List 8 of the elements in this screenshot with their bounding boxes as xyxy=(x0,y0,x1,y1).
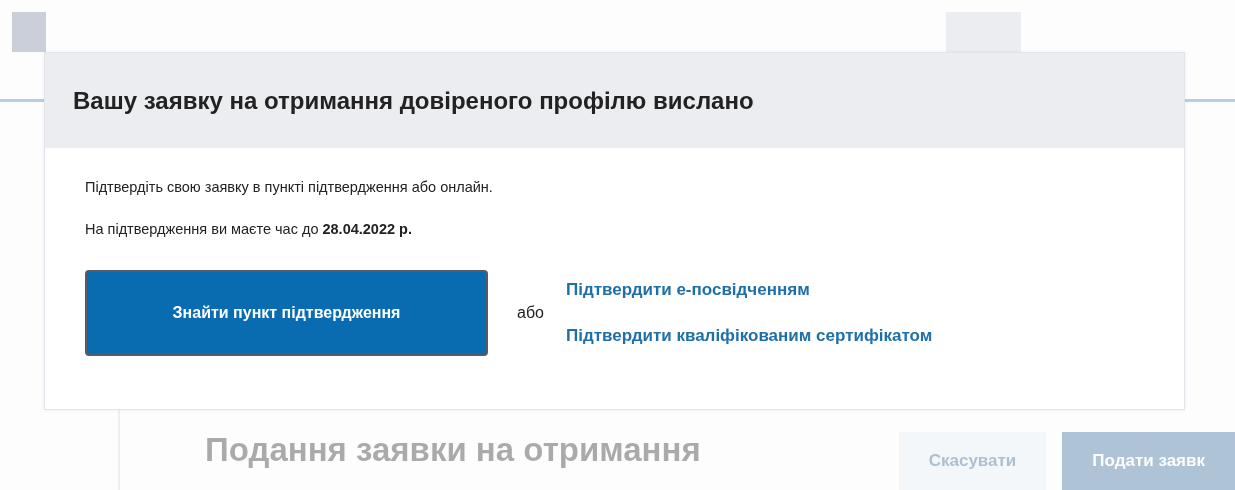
dialog-title: Вашу заявку на отримання довіреного профілю вислано xyxy=(73,86,754,115)
find-point-button[interactable]: Знайти пункт підтвердження xyxy=(85,270,488,356)
separator-text: або xyxy=(517,304,544,322)
dialog-text: На підтвердження ви маєте час до 28.04.2022 р. xyxy=(85,220,413,239)
confirm-link[interactable]: Підтвердити кваліфікованим сертифікатом xyxy=(565,326,933,346)
dialog-text: Підтвердіть свою заявку в пункті підтвердження або онлайн. xyxy=(85,178,494,197)
confirm-link[interactable]: Підтвердити е-посвідченням xyxy=(565,280,933,300)
page-heading: Подання заявки на отримання xyxy=(205,432,702,470)
